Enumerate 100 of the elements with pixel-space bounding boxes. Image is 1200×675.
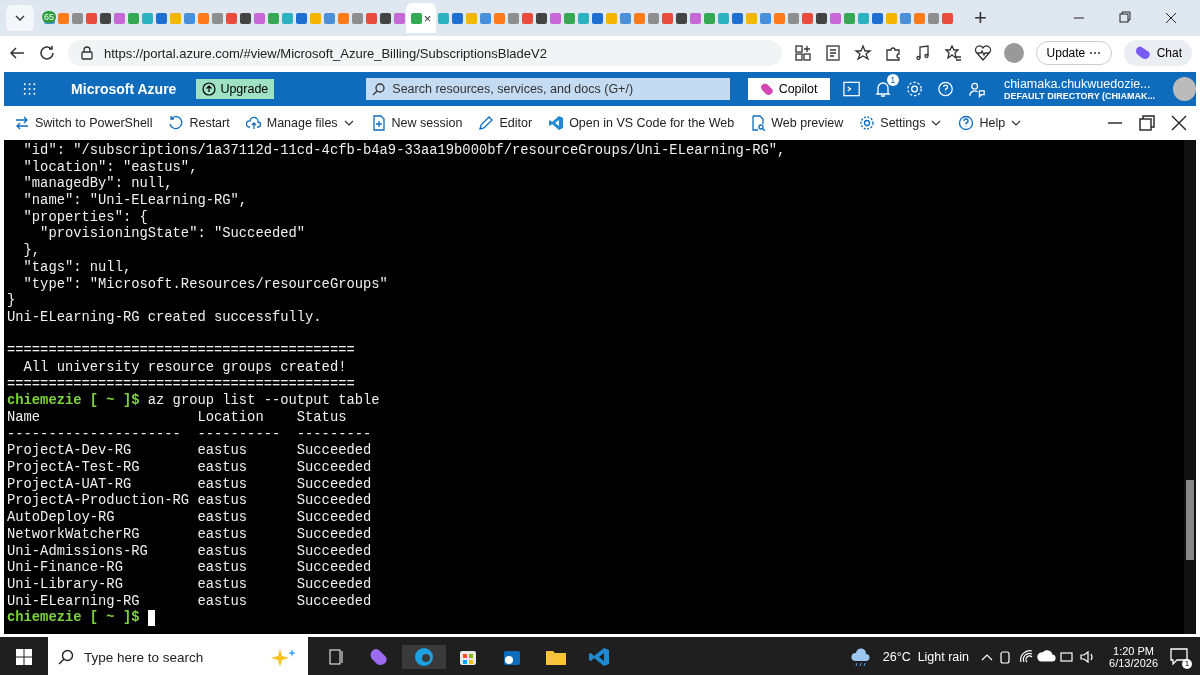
cloud-upload-icon (245, 115, 262, 131)
toolbar-button[interactable]: Manage files (243, 113, 357, 133)
pencil-icon (478, 115, 495, 131)
clock[interactable]: 1:20 PM 6/13/2026 (1109, 645, 1158, 669)
taskbar-search-field[interactable]: Type here to search (48, 637, 308, 675)
favicon-icon (71, 12, 83, 24)
preview-icon (750, 115, 767, 131)
favicon-icon (521, 12, 533, 24)
star-icon[interactable] (853, 44, 872, 62)
terminal-line: ProjectA-Test-RG eastus Succeeded (7, 460, 372, 477)
toolbar-button[interactable]: Settings (857, 113, 945, 133)
favicon-icon (365, 12, 377, 24)
favicon-icon (745, 12, 757, 24)
terminal-icon[interactable] (841, 79, 861, 99)
lock-icon (78, 44, 96, 62)
user-avatar[interactable] (1173, 77, 1196, 101)
favicon-icon (99, 12, 111, 24)
restart-icon (168, 115, 185, 131)
toolbar-button[interactable]: Open in VS Code for the Web (546, 113, 737, 133)
terminal-line: "name": "Uni-ELearning-RG", (22, 193, 248, 210)
update-button[interactable]: Update ⋯ (1035, 41, 1112, 65)
terminal-line: ========================================== (7, 343, 355, 360)
browser-tab[interactable]: × (406, 3, 436, 33)
favicon-icon (281, 12, 293, 24)
weather-text[interactable]: 26°C Light rain (882, 650, 970, 664)
favorites-icon[interactable] (943, 44, 962, 62)
terminal-line: ProjectA-UAT-RG eastus Succeeded (7, 476, 372, 493)
address-bar[interactable]: https://portal.azure.com/#view/Microsoft_Azure_Billing/SubscriptionsBladeV2 (68, 40, 782, 66)
terminal-line: Name Location Status (7, 410, 347, 427)
favicon-icon (295, 12, 307, 24)
toolbar-button[interactable]: Web preview (748, 113, 846, 133)
favicon-icon (563, 12, 575, 24)
music-icon[interactable] (913, 44, 932, 62)
browser-tab[interactable]: 65 (42, 3, 56, 33)
terminal-line: }, (22, 243, 41, 260)
favicon-icon (731, 12, 743, 24)
shell-prompt: chiemezie [ ~ ]$ (7, 610, 140, 627)
favicon-icon (239, 12, 251, 24)
favicon-icon (57, 12, 69, 24)
maximize-icon[interactable] (1138, 114, 1156, 132)
help-icon[interactable] (935, 79, 955, 99)
favicon-icon (410, 12, 422, 24)
favicon-icon (647, 12, 659, 24)
settings-icon[interactable] (904, 79, 924, 99)
terminal-line: ProjectA-Dev-RG eastus Succeeded (7, 443, 372, 460)
portal-title[interactable]: Microsoft Azure (71, 81, 177, 97)
terminal-line: ProjectA-Production-RG eastus Succeeded (7, 493, 372, 510)
new-tab-button[interactable]: + (968, 4, 993, 32)
url-text: https://portal.azure.com/#view/Microsoft_Azure_Billing/SubscriptionsBladeV2 (104, 45, 547, 61)
close-icon[interactable] (1170, 114, 1188, 132)
puzzle-icon[interactable] (883, 44, 902, 62)
favicon-icon (141, 12, 153, 24)
search-field[interactable]: Search resources, services, and docs (G+/) (366, 78, 730, 100)
favicon-icon (857, 12, 869, 24)
favicon-icon (871, 12, 883, 24)
terminal-line: "id": "/subscriptions/1a37112d-11cd-4cfb-b4a9-33aa19b000bf/resourceGroups/Uni-ELearning-RG", (22, 143, 786, 160)
toolbar-button[interactable]: Editor (476, 113, 535, 133)
search-icon (58, 649, 74, 665)
upgrade-button[interactable]: Upgrade (196, 79, 275, 99)
favicon-icon (479, 12, 491, 24)
favicon-icon (127, 12, 139, 24)
favicon-icon (507, 12, 519, 24)
heartbeat-icon[interactable] (973, 44, 992, 62)
toolbar-button[interactable]: Switch to PowerShell (12, 113, 155, 133)
favicon-icon (843, 12, 855, 24)
favicon-icon (379, 12, 391, 24)
favicon-icon (927, 12, 939, 24)
terminal-line: Uni-Finance-RG eastus Succeeded (7, 560, 372, 577)
copilot-button[interactable]: Copilot (747, 78, 830, 100)
apps-add-icon[interactable] (793, 44, 812, 62)
favicon-icon (577, 12, 589, 24)
tab-actions-button[interactable] (6, 5, 34, 31)
favicon-icon (155, 12, 167, 24)
settings-icon (859, 115, 876, 131)
terminal-line: --------------------- ---------- --------- (7, 426, 372, 443)
scrollbar-thumb[interactable] (1186, 480, 1194, 560)
tab-count-badge: 65 (42, 11, 56, 23)
profile-avatar[interactable] (1003, 43, 1024, 63)
terminal-line: "type": "Microsoft.Resources/resourceGroups" (22, 276, 388, 294)
close-tab-button[interactable]: × (423, 10, 432, 26)
browser-icon[interactable] (402, 645, 446, 669)
favicon-icon (549, 12, 561, 24)
favicon-icon (253, 12, 265, 24)
favicon-icon (661, 12, 673, 24)
user-name[interactable]: chiamaka.chukwuedozie... (1003, 77, 1156, 91)
terminal-line: "provisioningState": "Succeeded" (39, 226, 306, 244)
chat-button[interactable]: Chat (1123, 40, 1192, 66)
reader-icon[interactable] (823, 44, 842, 62)
favicon-icon (437, 12, 449, 24)
toolbar-button[interactable]: Restart (166, 113, 232, 133)
refresh-icon[interactable] (38, 44, 56, 62)
new-document-icon (370, 115, 387, 131)
toolbar-button[interactable]: Help (956, 113, 1025, 133)
favicon-icon (787, 12, 799, 24)
windows-start-icon[interactable] (16, 649, 32, 665)
favicon-icon (113, 12, 125, 24)
favicon-icon (815, 12, 827, 24)
toolbar-button[interactable]: New session (368, 113, 465, 133)
favicon-icon (493, 12, 505, 24)
shell-command: az group list --output table (147, 393, 380, 410)
